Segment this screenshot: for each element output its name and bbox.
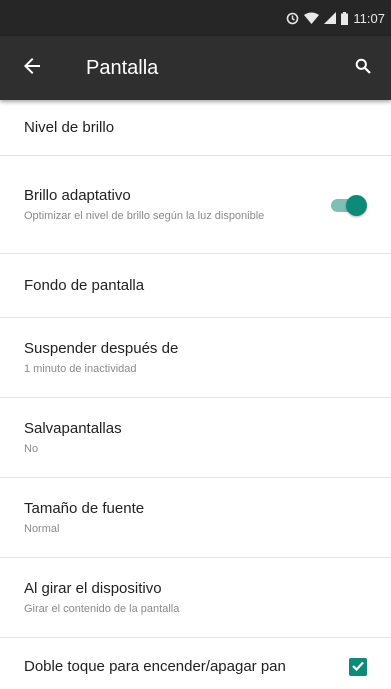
search-icon — [355, 58, 371, 79]
arrow-back-icon — [24, 57, 40, 79]
adaptive-brightness-toggle[interactable] — [329, 194, 367, 216]
setting-rotation[interactable]: Al girar el dispositivo Girar el conteni… — [0, 558, 391, 638]
settings-list: Nivel de brillo Brillo adaptativo Optimi… — [0, 100, 391, 689]
setting-summary: No — [24, 442, 39, 455]
battery-icon — [341, 11, 349, 25]
alarm-icon — [286, 12, 299, 25]
status-bar: 11:07 — [0, 0, 391, 36]
setting-title: Tamaño de fuente — [24, 499, 145, 517]
setting-sleep[interactable]: Suspender después de 1 minuto de inactiv… — [0, 318, 391, 398]
wifi-icon — [304, 12, 320, 24]
setting-title: Brillo adaptativo — [24, 186, 131, 204]
setting-summary: Optimizar el nivel de brillo según la lu… — [24, 209, 265, 222]
checkmark-icon — [352, 658, 364, 676]
toggle-thumb — [346, 194, 367, 216]
setting-brightness-level[interactable]: Nivel de brillo — [0, 100, 391, 156]
signal-icon — [324, 12, 337, 24]
search-button[interactable] — [343, 48, 383, 88]
setting-title: Fondo de pantalla — [24, 276, 145, 294]
status-time: 11:07 — [353, 10, 385, 26]
setting-title: Salvapantallas — [24, 419, 122, 437]
setting-summary: 1 minuto de inactividad — [24, 362, 137, 375]
setting-summary: Normal — [24, 522, 60, 535]
setting-font-size[interactable]: Tamaño de fuente Normal — [0, 478, 391, 558]
page-title: Pantalla — [86, 56, 159, 79]
setting-title: Al girar el dispositivo — [24, 579, 162, 597]
toolbar: Pantalla — [0, 36, 391, 100]
back-button[interactable] — [4, 36, 60, 100]
setting-wallpaper[interactable]: Fondo de pantalla — [0, 254, 391, 318]
setting-adaptive-brightness[interactable]: Brillo adaptativo Optimizar el nivel de … — [0, 156, 391, 254]
double-tap-checkbox[interactable] — [349, 657, 367, 676]
setting-title: Doble toque para encender/apagar pan — [24, 657, 286, 675]
setting-title: Nivel de brillo — [24, 118, 115, 136]
setting-title: Suspender después de — [24, 339, 179, 357]
setting-daydream[interactable]: Salvapantallas No — [0, 398, 391, 478]
setting-double-tap[interactable]: Doble toque para encender/apagar pan — [0, 638, 391, 689]
setting-summary: Girar el contenido de la pantalla — [24, 602, 180, 615]
